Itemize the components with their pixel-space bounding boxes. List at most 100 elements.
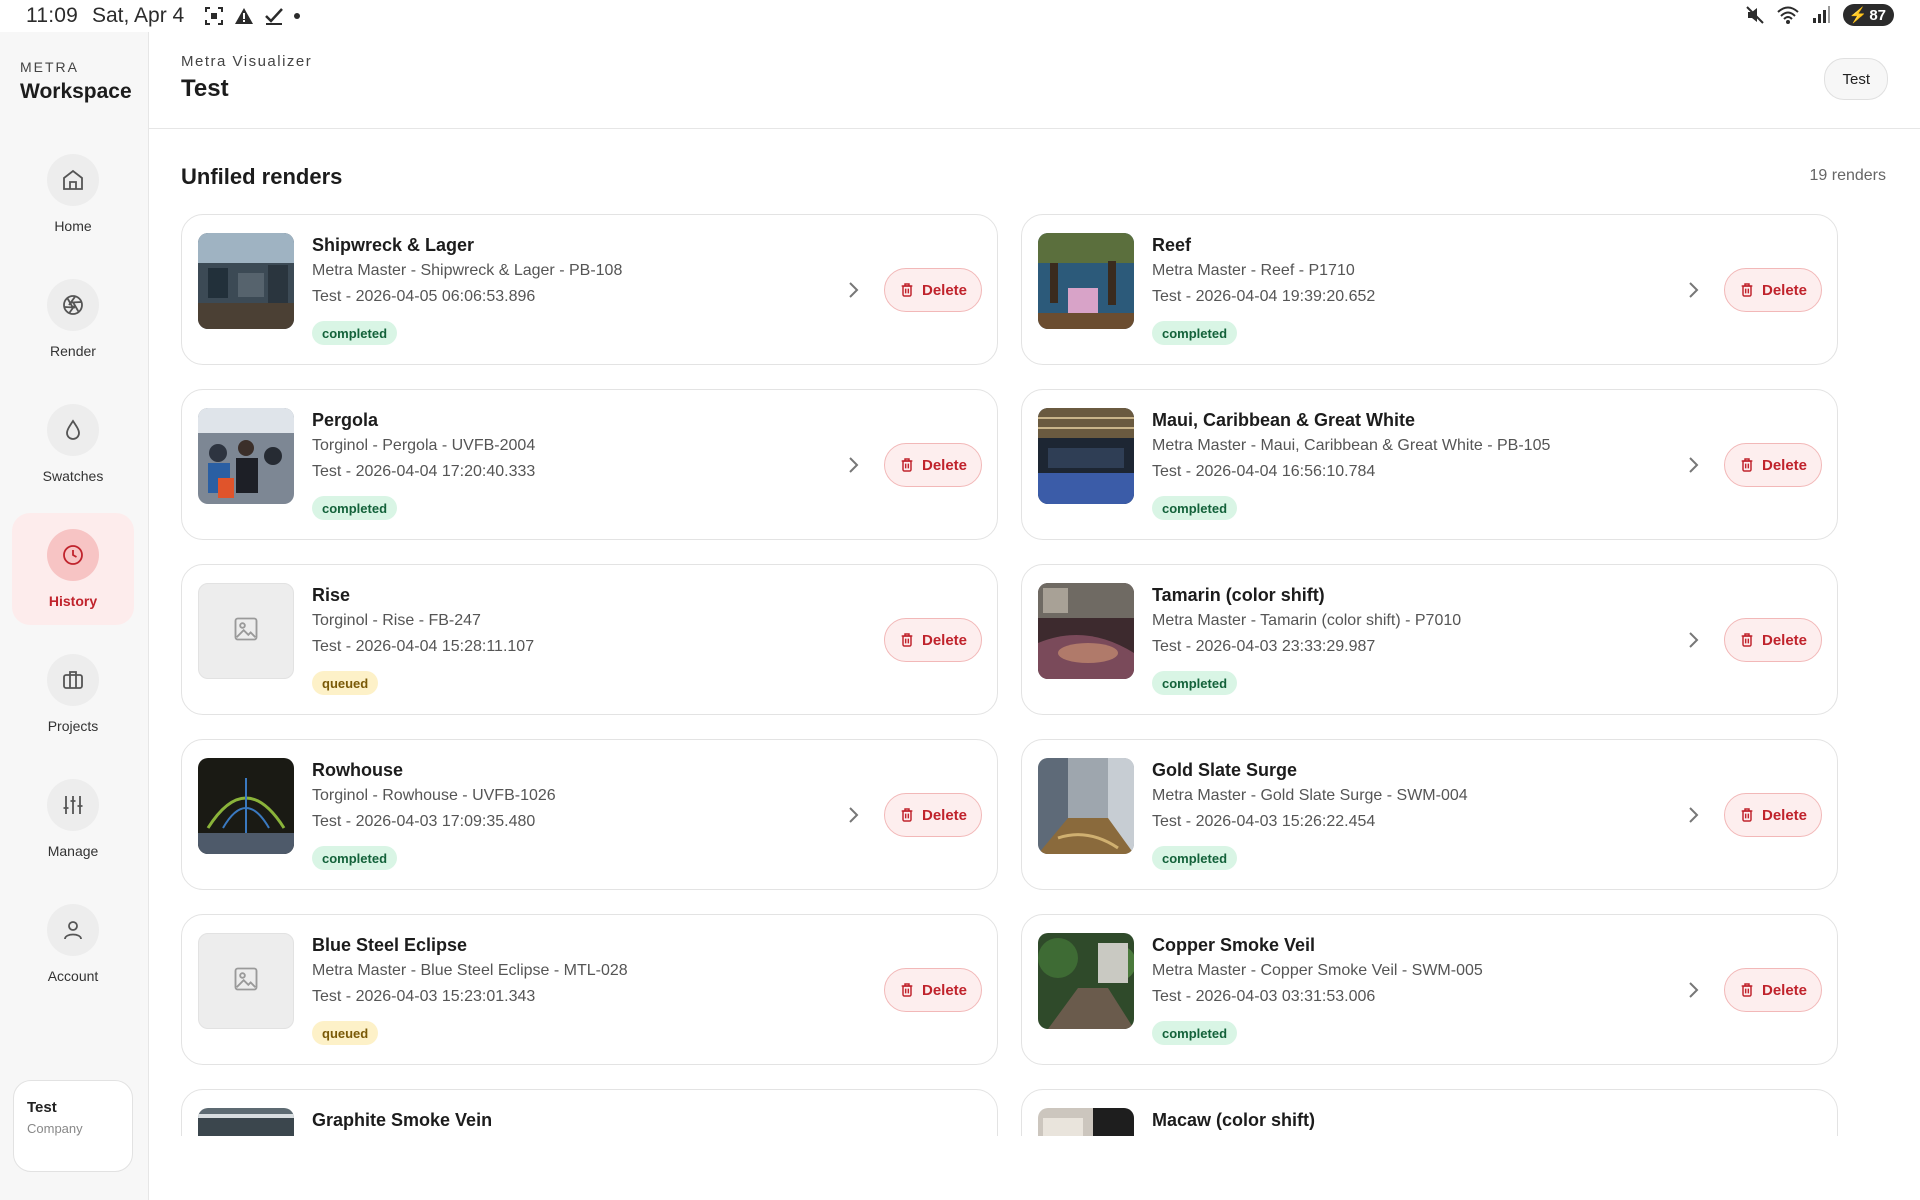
- delete-button[interactable]: Delete: [1724, 968, 1822, 1012]
- delete-label: Delete: [1761, 981, 1808, 999]
- render-title: Pergola: [312, 410, 379, 430]
- status-time: 11:09: [26, 4, 78, 27]
- delete-button[interactable]: Delete: [884, 268, 982, 312]
- delete-button[interactable]: Delete: [1724, 268, 1822, 312]
- sidebar-item-label: Projects: [47, 718, 99, 734]
- sidebar-item-history[interactable]: History: [12, 513, 134, 625]
- delete-button[interactable]: Delete: [884, 618, 982, 662]
- sidebar: METRA Workspace Home Render Swatches His…: [0, 32, 149, 1200]
- render-card[interactable]: Copper Smoke Veil Metra Master - Copper S…: [1021, 914, 1838, 1065]
- briefcase-icon: [63, 671, 83, 689]
- sidebar-item-swatches[interactable]: Swatches: [12, 388, 134, 500]
- sidebar-item-label: Manage: [47, 843, 99, 859]
- sidebar-item-manage[interactable]: Manage: [12, 763, 134, 875]
- user-card[interactable]: Test Company: [13, 1080, 133, 1172]
- screenshot-icon: [205, 7, 224, 25]
- header: Metra Visualizer Test Test: [149, 32, 1920, 129]
- delete-label: Delete: [921, 981, 968, 999]
- trash-icon: [901, 808, 913, 822]
- user-icon: [64, 921, 82, 940]
- render-card[interactable]: Pergola Torginol - Pergola - UVFB-2004 Tes…: [181, 389, 998, 540]
- chevron-right-icon[interactable]: [844, 453, 864, 477]
- render-card[interactable]: Blue Steel Eclipse Metra Master - Blue St…: [181, 914, 998, 1065]
- render-title: Macaw (color shift): [1152, 1110, 1316, 1130]
- chevron-right-icon[interactable]: [844, 278, 864, 302]
- workspace-title: Workspace: [20, 80, 132, 103]
- render-card[interactable]: Macaw (color shift): [1021, 1089, 1838, 1136]
- sidebar-item-projects[interactable]: Projects: [12, 638, 134, 750]
- chevron-right-icon[interactable]: [1684, 628, 1704, 652]
- chevron-right-icon[interactable]: [1684, 803, 1704, 827]
- delete-button[interactable]: Delete: [1724, 443, 1822, 487]
- delete-button[interactable]: Delete: [884, 968, 982, 1012]
- render-card[interactable]: Rowhouse Torginol - Rowhouse - UVFB-1026 T…: [181, 739, 998, 890]
- aperture-icon: [63, 295, 83, 315]
- render-meta: Test - 2026-04-03 15:26:22.454: [1152, 813, 1376, 830]
- trash-icon: [1741, 808, 1753, 822]
- delete-button[interactable]: Delete: [884, 443, 982, 487]
- sidebar-item-label: Account: [47, 968, 99, 984]
- render-title: Tamarin (color shift): [1152, 585, 1325, 605]
- chevron-right-icon[interactable]: [1684, 278, 1704, 302]
- render-title: Gold Slate Surge: [1152, 760, 1298, 780]
- render-card[interactable]: Graphite Smoke Vein: [181, 1089, 998, 1136]
- delete-label: Delete: [1761, 631, 1808, 649]
- trash-icon: [901, 458, 913, 472]
- render-card[interactable]: Reef Metra Master - Reef - P1710 Test - 20…: [1021, 214, 1838, 365]
- render-card[interactable]: Shipwreck & Lager Metra Master - Shipwrec…: [181, 214, 998, 365]
- render-subtitle: Metra Master - Tamarin (color shift) - P…: [1152, 612, 1462, 629]
- render-card[interactable]: Rise Torginol - Rise - FB-247 Test - 2026-…: [181, 564, 998, 715]
- render-title: Blue Steel Eclipse: [312, 935, 468, 955]
- home-icon: [63, 169, 83, 190]
- sidebar-item-label: History: [48, 593, 98, 609]
- render-card[interactable]: Gold Slate Surge Metra Master - Gold Slat…: [1021, 739, 1838, 890]
- render-subtitle: Torginol - Rowhouse - UVFB-1026: [312, 787, 556, 804]
- signal-icon: [1812, 6, 1830, 23]
- chevron-right-icon[interactable]: [844, 803, 864, 827]
- user-name: Test: [27, 1099, 57, 1116]
- status-badge: completed: [312, 321, 398, 345]
- delete-button[interactable]: Delete: [1724, 618, 1822, 662]
- trash-icon: [901, 283, 913, 297]
- sidebar-item-account[interactable]: Account: [12, 888, 134, 1000]
- render-card[interactable]: Maui, Caribbean & Great White Metra Maste…: [1021, 389, 1838, 540]
- status-date: Sat, Apr 4: [92, 4, 185, 27]
- dot-icon: [294, 13, 301, 19]
- sidebar-item-label: Render: [50, 343, 96, 359]
- render-title: Maui, Caribbean & Great White: [1152, 410, 1416, 430]
- chevron-right-icon[interactable]: [1684, 978, 1704, 1002]
- task-done-icon: [265, 8, 284, 25]
- mute-icon: [1745, 6, 1764, 24]
- render-thumbnail: [198, 1108, 294, 1136]
- render-subtitle: Metra Master - Copper Smoke Veil - SWM-0…: [1152, 962, 1483, 979]
- delete-label: Delete: [1761, 281, 1808, 299]
- render-meta: Test - 2026-04-03 15:23:01.343: [312, 988, 536, 1005]
- render-meta: Test - 2026-04-04 16:56:10.784: [1152, 463, 1376, 480]
- chevron-right-icon[interactable]: [1684, 453, 1704, 477]
- sidebar-item-render[interactable]: Render: [12, 263, 134, 375]
- status-badge: completed: [1152, 321, 1238, 345]
- render-count: 19 renders: [1809, 167, 1887, 184]
- delete-label: Delete: [921, 281, 968, 299]
- alert-icon: [235, 8, 254, 24]
- app-name: Metra Visualizer: [181, 53, 313, 70]
- workspace-button[interactable]: Test: [1824, 58, 1888, 100]
- render-subtitle: Torginol - Pergola - UVFB-2004: [312, 437, 536, 454]
- delete-button[interactable]: Delete: [1724, 793, 1822, 837]
- render-meta: Test - 2026-04-05 06:06:53.896: [312, 288, 536, 305]
- render-thumbnail: [1038, 408, 1134, 504]
- render-thumbnail-placeholder: [198, 933, 294, 1029]
- delete-button[interactable]: Delete: [884, 793, 982, 837]
- status-badge: queued: [312, 671, 379, 695]
- render-card[interactable]: Tamarin (color shift) Metra Master - Tama…: [1021, 564, 1838, 715]
- sidebar-item-label: Home: [54, 218, 92, 234]
- delete-label: Delete: [921, 631, 968, 649]
- trash-icon: [901, 633, 913, 647]
- charging-icon: ⚡: [1848, 7, 1868, 24]
- status-badge: completed: [1152, 846, 1238, 870]
- render-meta: Test - 2026-04-04 15:28:11.107: [312, 638, 535, 655]
- render-meta: Test - 2026-04-04 19:39:20.652: [1152, 288, 1376, 305]
- render-subtitle: Metra Master - Reef - P1710: [1152, 262, 1355, 279]
- image-placeholder-icon: [232, 965, 260, 998]
- sidebar-item-home[interactable]: Home: [12, 138, 134, 250]
